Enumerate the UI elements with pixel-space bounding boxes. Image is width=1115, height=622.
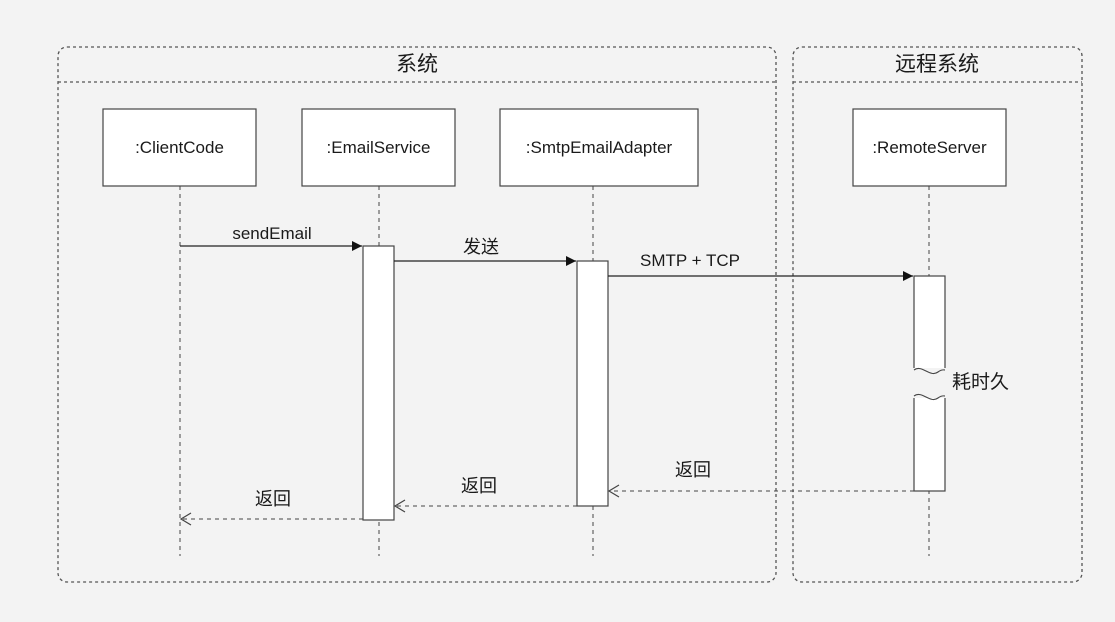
return-remote-to-smtp: 返回	[607, 460, 914, 498]
participant-email-service: :EmailService	[301, 108, 456, 187]
sequence-diagram: 系统 远程系统 :ClientCode :EmailService :SmtpE…	[57, 46, 1083, 583]
note-long-time: 耗时久	[952, 371, 1009, 393]
frame-system-title: 系统	[396, 52, 438, 76]
message-smtp-tcp: SMTP + TCP	[608, 251, 913, 281]
return-smtp-to-email: 返回	[393, 476, 577, 513]
return-email-label: 返回	[255, 489, 291, 510]
return-email-to-client: 返回	[179, 489, 363, 526]
participant-label: :EmailService	[327, 138, 431, 157]
long-duration-wave-icon	[912, 368, 947, 400]
frame-remote-system-title: 远程系统	[895, 52, 979, 76]
participant-label: :SmtpEmailAdapter	[526, 138, 673, 157]
message-send-email-label: sendEmail	[232, 224, 311, 243]
return-remote-label: 返回	[675, 460, 711, 481]
participant-remote-server: :RemoteServer	[852, 108, 1007, 187]
participant-client-code: :ClientCode	[102, 108, 257, 187]
activation-smtp-adapter	[576, 260, 609, 507]
message-send-label: 发送	[463, 237, 499, 258]
message-send: 发送	[394, 237, 576, 266]
message-smtp-tcp-label: SMTP + TCP	[640, 251, 740, 270]
participant-smtp-email-adapter: :SmtpEmailAdapter	[499, 108, 699, 187]
activation-email-service	[362, 245, 395, 521]
return-smtp-label: 返回	[461, 476, 497, 497]
message-send-email: sendEmail	[180, 224, 362, 251]
participant-label: :RemoteServer	[872, 138, 987, 157]
participant-label: :ClientCode	[135, 138, 224, 157]
